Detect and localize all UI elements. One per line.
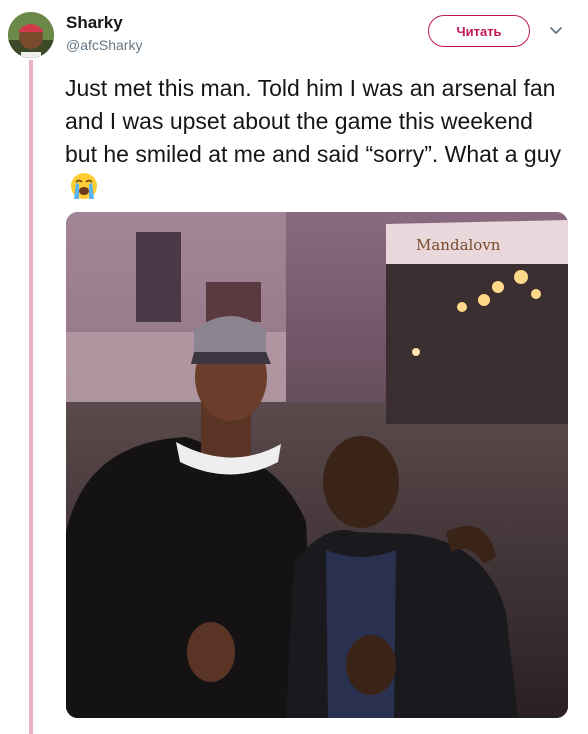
loudly-crying-face-icon bbox=[71, 173, 97, 199]
tweet-body: Just met this man. Told him I was an ars… bbox=[65, 75, 561, 167]
thread-line bbox=[29, 60, 33, 734]
avatar-image bbox=[8, 12, 54, 58]
sign-text: Mandalovn bbox=[416, 236, 501, 254]
tweet-text: Just met this man. Told him I was an ars… bbox=[65, 72, 565, 204]
chevron-down-icon[interactable] bbox=[549, 25, 563, 37]
author-name[interactable]: Sharky bbox=[66, 13, 123, 33]
photo-scene: Mandalovn bbox=[66, 212, 568, 718]
tweet-card: Sharky @afcSharky Читать Just met this m… bbox=[0, 0, 588, 734]
follow-button[interactable]: Читать bbox=[428, 15, 530, 47]
avatar[interactable] bbox=[8, 12, 54, 58]
tweet-photo[interactable]: Mandalovn bbox=[66, 212, 568, 718]
author-handle[interactable]: @afcSharky bbox=[66, 37, 142, 53]
